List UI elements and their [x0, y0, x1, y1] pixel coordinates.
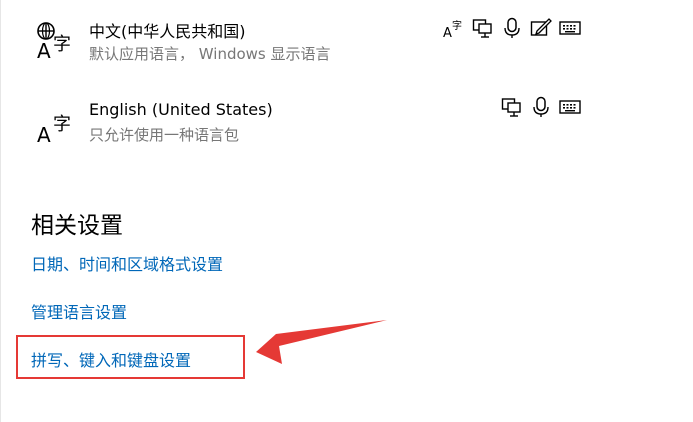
annotation-arrow-icon: [256, 320, 387, 364]
